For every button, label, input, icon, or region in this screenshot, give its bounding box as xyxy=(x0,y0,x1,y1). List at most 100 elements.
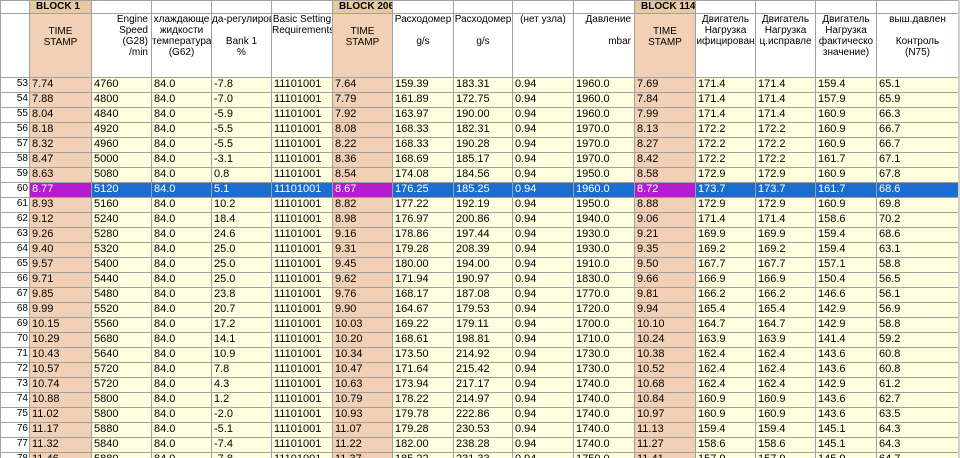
table-cell[interactable]: 68.6 xyxy=(876,227,959,243)
table-cell[interactable]: 5720 xyxy=(91,377,152,393)
column-header[interactable]: да-регулиров Bank 1% xyxy=(211,13,272,78)
table-cell[interactable]: 84.0 xyxy=(151,422,212,438)
table-cell[interactable]: 164.7 xyxy=(695,317,756,333)
column-header[interactable]: Расходомер g/s xyxy=(392,13,454,78)
time-stamp-cell[interactable]: 8.58 xyxy=(634,167,696,183)
table-row[interactable]: 59 8.63 5080 84.0 0.8 11101001 8.54 174.08 184.5… xyxy=(0,167,959,183)
table-cell[interactable]: 11101001 xyxy=(271,182,333,198)
table-cell[interactable]: 84.0 xyxy=(151,152,212,168)
table-cell[interactable]: 5000 xyxy=(91,152,152,168)
table-cell[interactable]: 217.17 xyxy=(453,377,513,393)
table-cell[interactable]: 1730.0 xyxy=(573,347,635,363)
time-stamp-cell[interactable]: 7.69 xyxy=(634,77,696,93)
table-cell[interactable]: 1970.0 xyxy=(573,152,635,168)
time-stamp-cell[interactable]: 10.24 xyxy=(634,332,696,348)
table-cell[interactable]: 173.50 xyxy=(392,347,454,363)
table-cell[interactable]: 0.94 xyxy=(512,272,574,288)
table-cell[interactable]: 166.9 xyxy=(695,272,756,288)
time-stamp-cell[interactable]: 8.22 xyxy=(332,137,393,153)
table-cell[interactable]: -3.1 xyxy=(211,152,272,168)
table-cell[interactable]: 179.11 xyxy=(453,317,513,333)
time-stamp-cell[interactable]: 10.03 xyxy=(332,317,393,333)
table-cell[interactable]: 11101001 xyxy=(271,287,333,303)
table-cell[interactable]: 159.4 xyxy=(815,242,877,258)
table-cell[interactable]: 84.0 xyxy=(151,212,212,228)
table-cell[interactable]: 184.56 xyxy=(453,167,513,183)
table-cell[interactable]: 157.9 xyxy=(695,452,756,458)
table-cell[interactable]: 192.19 xyxy=(453,197,513,213)
table-cell[interactable]: 84.0 xyxy=(151,332,212,348)
table-cell[interactable]: 5880 xyxy=(91,422,152,438)
time-stamp-cell[interactable]: 11.17 xyxy=(29,422,92,438)
table-cell[interactable]: 5520 xyxy=(91,302,152,318)
table-row[interactable]: 73 10.74 5720 84.0 4.3 11101001 10.63 173.94 217… xyxy=(0,377,959,393)
table-cell[interactable]: 168.33 xyxy=(392,122,454,138)
table-cell[interactable]: 176.97 xyxy=(392,212,454,228)
table-cell[interactable]: 158.6 xyxy=(695,437,756,453)
table-cell[interactable]: 5440 xyxy=(91,272,152,288)
table-cell[interactable]: 11101001 xyxy=(271,302,333,318)
table-cell[interactable]: 171.4 xyxy=(755,107,816,123)
table-cell[interactable]: 1960.0 xyxy=(573,182,635,198)
table-cell[interactable]: 0.94 xyxy=(512,197,574,213)
table-cell[interactable]: 60.8 xyxy=(876,347,959,363)
time-stamp-cell[interactable]: 9.81 xyxy=(634,287,696,303)
table-cell[interactable]: 161.7 xyxy=(815,152,877,168)
table-cell[interactable]: 10.9 xyxy=(211,347,272,363)
table-cell[interactable]: 84.0 xyxy=(151,257,212,273)
table-cell[interactable]: -5.1 xyxy=(211,422,272,438)
table-cell[interactable]: 185.25 xyxy=(453,182,513,198)
table-cell[interactable]: 64.3 xyxy=(876,437,959,453)
table-cell[interactable]: 1950.0 xyxy=(573,197,635,213)
time-stamp-cell[interactable]: 10.20 xyxy=(332,332,393,348)
table-cell[interactable]: 159.4 xyxy=(815,77,877,93)
table-cell[interactable]: 67.8 xyxy=(876,167,959,183)
table-cell[interactable]: 5640 xyxy=(91,347,152,363)
table-cell[interactable]: 11101001 xyxy=(271,362,333,378)
table-cell[interactable]: 65.1 xyxy=(876,77,959,93)
table-cell[interactable]: 84.0 xyxy=(151,167,212,183)
table-cell[interactable]: 143.6 xyxy=(815,362,877,378)
time-stamp-cell[interactable]: 8.77 xyxy=(29,182,92,198)
table-cell[interactable]: 84.0 xyxy=(151,77,212,93)
time-stamp-cell[interactable]: 11.27 xyxy=(634,437,696,453)
table-cell[interactable]: 167.7 xyxy=(695,257,756,273)
table-cell[interactable]: 159.4 xyxy=(755,422,816,438)
table-cell[interactable]: 141.4 xyxy=(815,332,877,348)
time-stamp-cell[interactable]: 9.90 xyxy=(332,302,393,318)
table-cell[interactable]: 84.0 xyxy=(151,392,212,408)
selected-table-row[interactable]: 60 8.77 5120 84.0 5.1 11101001 8.67 176.25 185.2… xyxy=(0,182,959,198)
table-row[interactable]: 61 8.93 5160 84.0 10.2 11101001 8.82 177.22 192.… xyxy=(0,197,959,213)
time-stamp-cell[interactable]: 9.85 xyxy=(29,287,92,303)
time-stamp-cell[interactable]: 8.32 xyxy=(29,137,92,153)
table-cell[interactable]: 11101001 xyxy=(271,77,333,93)
table-cell[interactable]: 11101001 xyxy=(271,332,333,348)
table-cell[interactable]: 11101001 xyxy=(271,107,333,123)
table-cell[interactable]: 84.0 xyxy=(151,122,212,138)
table-cell[interactable]: 1970.0 xyxy=(573,137,635,153)
table-cell[interactable]: 84.0 xyxy=(151,242,212,258)
table-cell[interactable]: 5880 xyxy=(91,452,152,458)
table-cell[interactable]: 5160 xyxy=(91,197,152,213)
table-cell[interactable]: 161.7 xyxy=(815,182,877,198)
table-row[interactable]: 65 9.57 5400 84.0 25.0 11101001 9.45 180.00 194.… xyxy=(0,257,959,273)
table-row[interactable]: 63 9.26 5280 84.0 24.6 11101001 9.16 178.86 197.… xyxy=(0,227,959,243)
time-stamp-cell[interactable]: 8.27 xyxy=(634,137,696,153)
table-cell[interactable]: 172.9 xyxy=(695,197,756,213)
table-cell[interactable]: 7.8 xyxy=(211,362,272,378)
time-stamp-cell[interactable]: 10.68 xyxy=(634,377,696,393)
time-stamp-cell[interactable]: 11.22 xyxy=(332,437,393,453)
table-cell[interactable]: 172.75 xyxy=(453,92,513,108)
table-cell[interactable]: 179.78 xyxy=(392,407,454,423)
table-cell[interactable]: 11101001 xyxy=(271,122,333,138)
table-cell[interactable]: 159.4 xyxy=(695,422,756,438)
table-cell[interactable]: 172.2 xyxy=(695,122,756,138)
table-cell[interactable]: 4840 xyxy=(91,107,152,123)
table-cell[interactable]: 1950.0 xyxy=(573,167,635,183)
table-cell[interactable]: 0.94 xyxy=(512,302,574,318)
table-cell[interactable]: 157.1 xyxy=(815,257,877,273)
table-cell[interactable]: 215.42 xyxy=(453,362,513,378)
table-cell[interactable]: 11101001 xyxy=(271,212,333,228)
time-stamp-cell[interactable]: 7.99 xyxy=(634,107,696,123)
table-cell[interactable]: 171.4 xyxy=(695,212,756,228)
